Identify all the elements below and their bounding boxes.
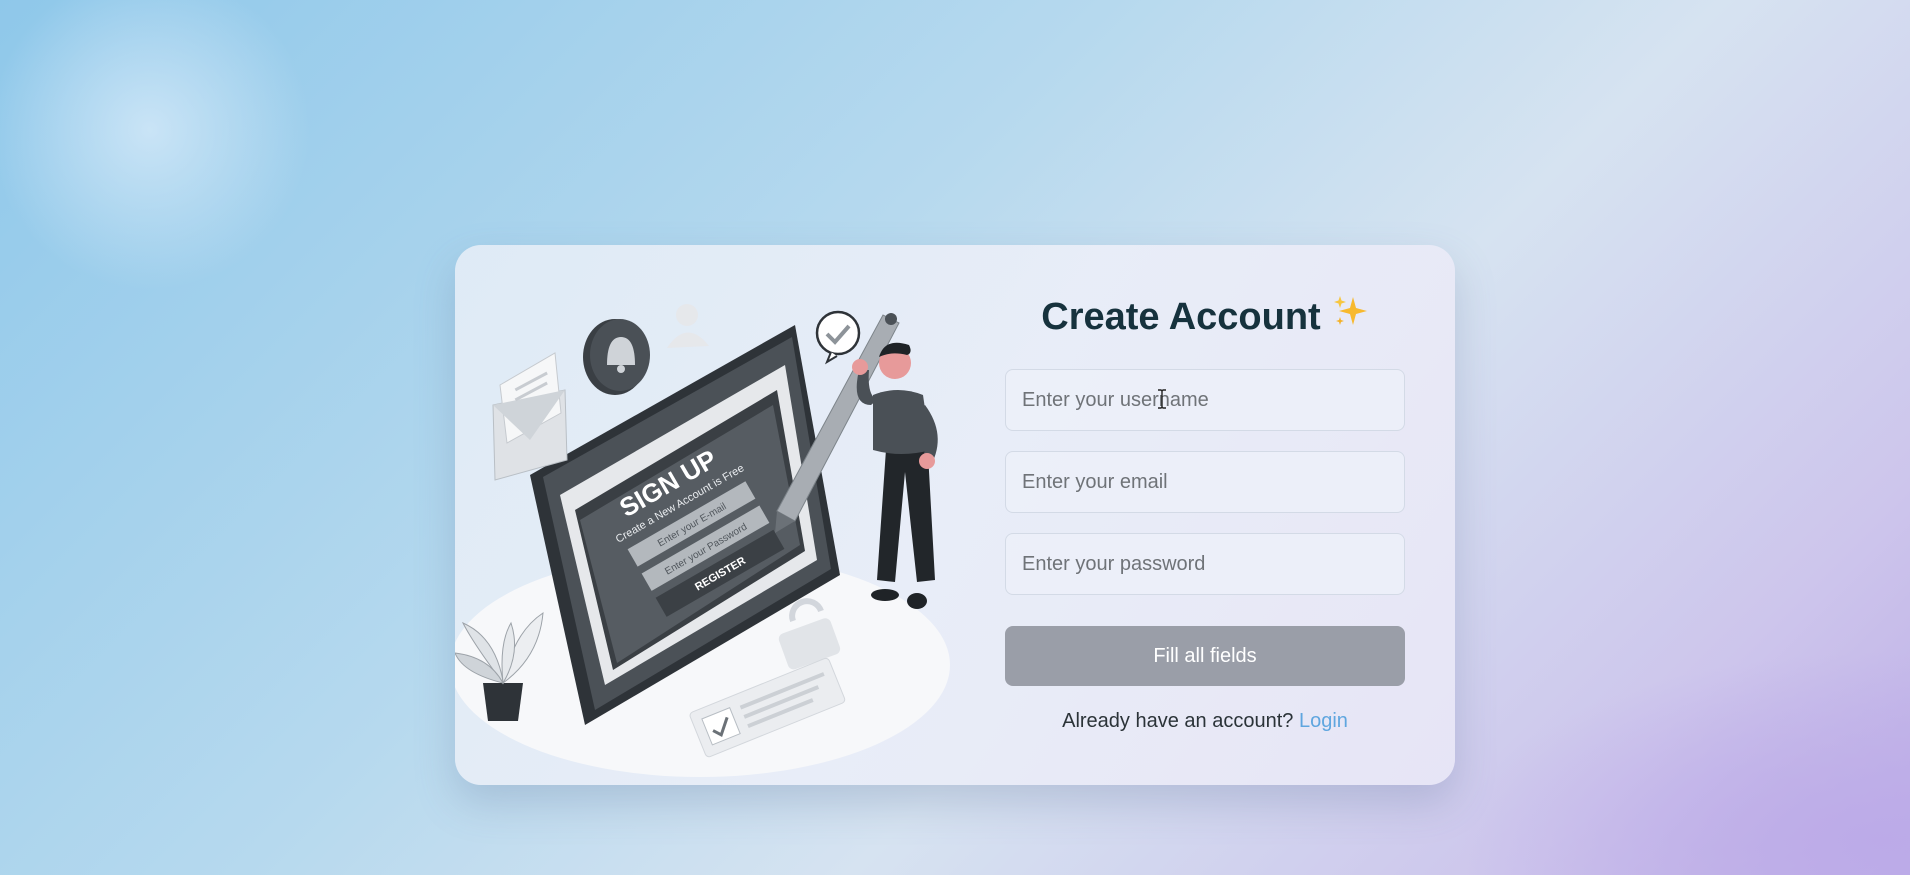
title-text: Create Account — [1041, 296, 1321, 338]
submit-button[interactable]: Fill all fields — [1005, 626, 1405, 686]
text-cursor-icon — [1156, 389, 1168, 414]
check-bubble-icon — [815, 310, 861, 365]
login-link[interactable]: Login — [1299, 710, 1348, 732]
user-icon — [667, 304, 709, 348]
envelope-icon — [492, 352, 568, 481]
login-prompt-text: Already have an account? — [1062, 710, 1294, 732]
page-title: Create Account — [1005, 293, 1405, 341]
login-prompt-row: Already have an account? Login — [1005, 710, 1405, 733]
signup-illustration: SIGN UP Create a New Account is Free Ent… — [455, 245, 955, 785]
person-figure — [852, 342, 938, 609]
password-input[interactable] — [1005, 533, 1405, 595]
bell-icon — [583, 319, 650, 395]
signup-card: SIGN UP Create a New Account is Free Ent… — [455, 245, 1455, 785]
email-input[interactable] — [1005, 451, 1405, 513]
username-input[interactable] — [1005, 369, 1405, 431]
sparkles-icon — [1331, 293, 1369, 341]
